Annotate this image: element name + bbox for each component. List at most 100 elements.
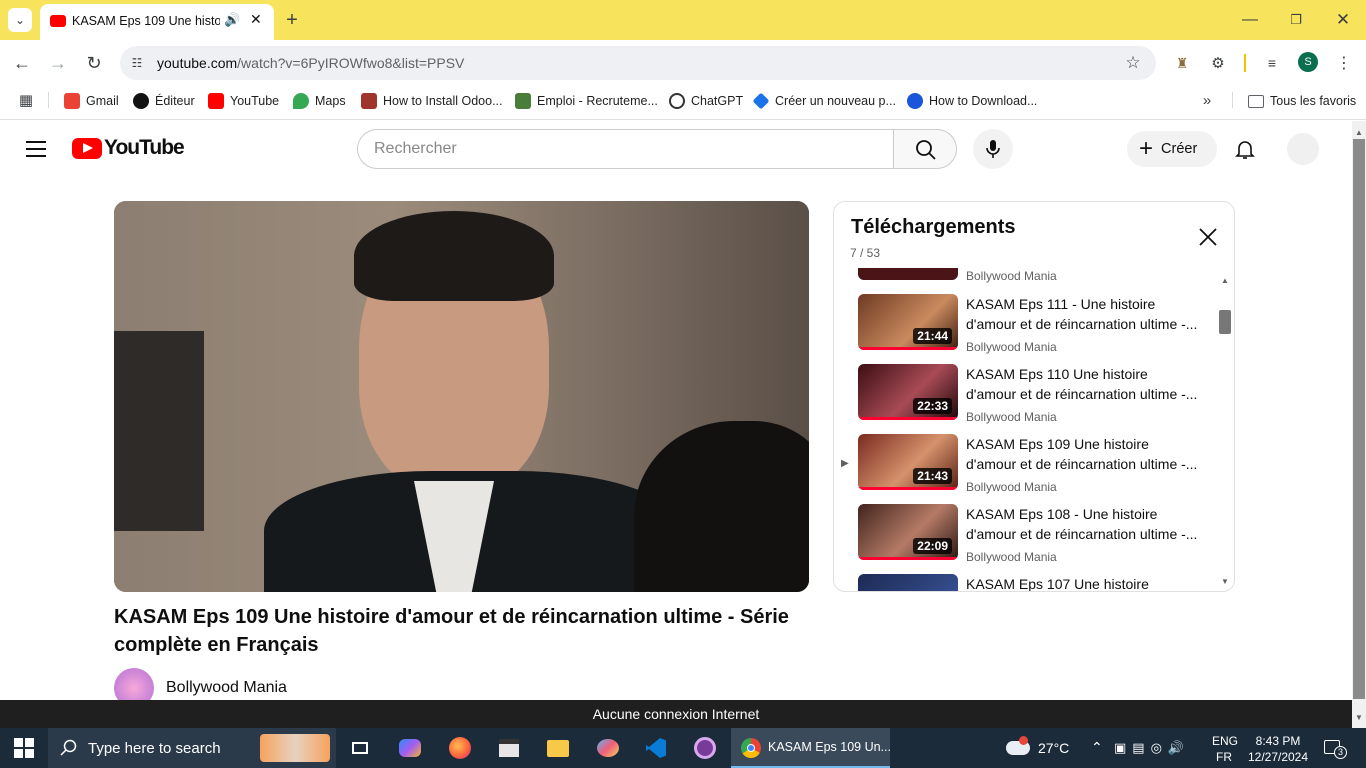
bookmark-editeur[interactable]: Éditeur xyxy=(133,92,195,110)
bookmark-creer[interactable]: Créer un nouveau p... xyxy=(752,92,896,110)
tab-search-button[interactable]: ⌄ xyxy=(8,8,32,32)
bookmark-gmail[interactable]: Gmail xyxy=(64,92,119,110)
offline-message: Aucune connexion Internet xyxy=(592,706,760,722)
video-player[interactable] xyxy=(114,201,809,592)
playlist-item[interactable]: 21:44 KASAM Eps 111 - Une histoire d'amo… xyxy=(858,294,1218,358)
extension-icon[interactable]: ♜ xyxy=(1172,53,1192,73)
video-thumbnail: 22:33 xyxy=(858,364,958,420)
item-title-line2: d'amour et de réincarnation ultime -... xyxy=(966,316,1198,332)
page-scrollbar-thumb[interactable] xyxy=(1353,139,1365,699)
odoo-icon xyxy=(361,93,377,109)
clock-time: 8:43 PM xyxy=(1255,734,1301,748)
youtube-logo-text[interactable]: YouTube xyxy=(104,136,185,160)
keyboard-layout: FR xyxy=(1216,750,1232,764)
duration-badge: 21:44 xyxy=(913,328,952,344)
scroll-up-icon[interactable]: ▲ xyxy=(1221,276,1229,285)
item-title-line1: KASAM Eps 109 Une histoire xyxy=(966,436,1149,452)
tray-chevron-up-icon[interactable]: ⌃ xyxy=(1091,739,1103,756)
bookmark-maps[interactable]: Maps xyxy=(293,92,346,110)
bookmark-star-icon[interactable]: ☆ xyxy=(1122,52,1144,74)
search-icon xyxy=(916,140,936,160)
taskbar-search-input[interactable]: Type here to search xyxy=(48,728,336,768)
window-close-icon[interactable]: ✕ xyxy=(1333,8,1353,32)
back-icon[interactable]: ← xyxy=(10,51,34,75)
youtube-favicon-icon xyxy=(50,15,66,27)
forward-icon[interactable]: → xyxy=(46,51,70,75)
copilot-icon[interactable] xyxy=(396,734,424,762)
page-scroll-down-icon[interactable]: ▼ xyxy=(1352,713,1366,722)
voice-search-button[interactable] xyxy=(973,129,1013,169)
account-avatar[interactable] xyxy=(1287,133,1319,165)
clock[interactable]: 8:43 PM 12/27/2024 xyxy=(1246,733,1310,765)
firefox-icon[interactable] xyxy=(446,734,474,762)
address-bar[interactable]: ☷ youtube.com/watch?v=6PyIROWfwo8&list=P… xyxy=(120,46,1156,80)
extensions-puzzle-icon[interactable]: ⚙ xyxy=(1208,53,1228,73)
duration-badge: 21:43 xyxy=(913,468,952,484)
bookmark-emploi[interactable]: Emploi - Recruteme... xyxy=(515,92,658,110)
tray-icons[interactable]: ▣▤◎🔊 xyxy=(1114,740,1190,756)
close-tab-icon[interactable]: ✕ xyxy=(250,11,262,28)
playlist-item[interactable]: 22:09 KASAM Eps 108 - Une histoire d'amo… xyxy=(858,504,1218,568)
restore-icon[interactable]: ❐ xyxy=(1286,8,1306,32)
weather-temperature[interactable]: 27°C xyxy=(1038,740,1069,756)
all-bookmarks[interactable]: Tous les favoris xyxy=(1248,92,1356,110)
item-title-line1: KASAM Eps 107 Une histoire xyxy=(966,576,1149,591)
profile-avatar[interactable]: S xyxy=(1298,52,1318,72)
video-thumbnail xyxy=(858,574,958,591)
active-tab[interactable]: KASAM Eps 109 Une histoire 🔊 ✕ xyxy=(40,4,274,40)
apps-grid-icon[interactable]: ▦ xyxy=(17,91,35,109)
search-button[interactable] xyxy=(893,129,957,169)
bookmarks-divider-right xyxy=(1232,92,1233,108)
language-indicator[interactable]: ENG FR xyxy=(1212,733,1238,765)
partial-channel: Bollywood Mania xyxy=(966,269,1057,283)
audio-playing-icon[interactable]: 🔊 xyxy=(224,12,240,28)
clapper-app-icon[interactable] xyxy=(495,734,523,762)
page-scroll-up-icon[interactable]: ▲ xyxy=(1352,128,1366,137)
taskbar-chrome-window[interactable]: KASAM Eps 109 Un... xyxy=(731,728,891,768)
media-control-icon[interactable]: ≡ xyxy=(1262,53,1282,73)
bookmark-youtube[interactable]: YouTube xyxy=(208,92,279,110)
bookmark-label: Gmail xyxy=(86,94,119,108)
playlist-scrollbar-thumb[interactable] xyxy=(1219,310,1231,334)
create-button[interactable]: + Créer xyxy=(1127,131,1217,167)
item-title-line2: d'amour et de réincarnation ultime -... xyxy=(966,456,1198,472)
gmail-icon xyxy=(64,93,80,109)
vscode-icon[interactable] xyxy=(642,734,670,762)
video-window-shape xyxy=(114,331,204,531)
playlist-item[interactable]: 22:33 KASAM Eps 110 Une histoire d'amour… xyxy=(858,364,1218,428)
minimize-icon[interactable]: — xyxy=(1240,8,1260,32)
windows-start-icon[interactable] xyxy=(14,738,34,758)
notifications-bell-icon[interactable] xyxy=(1233,137,1257,161)
globe-icon xyxy=(907,93,923,109)
partial-thumbnail[interactable] xyxy=(858,268,958,280)
youtube-icon xyxy=(208,93,224,109)
item-channel: Bollywood Mania xyxy=(966,410,1057,424)
browser-menu-icon[interactable]: ⋮ xyxy=(1334,53,1354,73)
site-info-icon[interactable]: ☷ xyxy=(128,54,146,72)
more-bookmarks-icon[interactable]: » xyxy=(1198,91,1216,109)
channel-name[interactable]: Bollywood Mania xyxy=(166,679,287,697)
file-explorer-icon[interactable] xyxy=(544,734,572,762)
reload-icon[interactable]: ↻ xyxy=(82,51,106,75)
scroll-down-icon[interactable]: ▼ xyxy=(1221,577,1229,586)
maps-icon xyxy=(293,93,309,109)
paint-app-icon[interactable] xyxy=(594,734,622,762)
bookmark-download[interactable]: How to Download... xyxy=(907,92,1037,110)
youtube-logo-icon[interactable] xyxy=(72,138,102,159)
search-input[interactable]: Rechercher xyxy=(357,129,894,169)
clock-date: 12/27/2024 xyxy=(1247,750,1309,764)
bookmark-chatgpt[interactable]: ChatGPT xyxy=(669,92,743,110)
hamburger-menu-icon[interactable] xyxy=(26,141,46,157)
video-hair-shape xyxy=(354,211,554,301)
media-player-icon[interactable] xyxy=(691,734,719,762)
close-playlist-icon[interactable] xyxy=(1197,226,1219,248)
video-title: KASAM Eps 109 Une histoire d'amour et de… xyxy=(114,606,789,656)
task-view-icon[interactable] xyxy=(346,734,374,762)
playlist-item-current[interactable]: 21:43 KASAM Eps 109 Une histoire d'amour… xyxy=(858,434,1218,498)
new-tab-icon[interactable]: + xyxy=(282,8,302,32)
item-channel: Bollywood Mania xyxy=(966,340,1057,354)
playlist-item[interactable]: KASAM Eps 107 Une histoire xyxy=(858,574,1218,591)
weather-icon[interactable] xyxy=(1004,735,1032,759)
notification-center-icon[interactable]: 3 xyxy=(1324,738,1347,759)
bookmark-odoo[interactable]: How to Install Odoo... xyxy=(361,92,503,110)
